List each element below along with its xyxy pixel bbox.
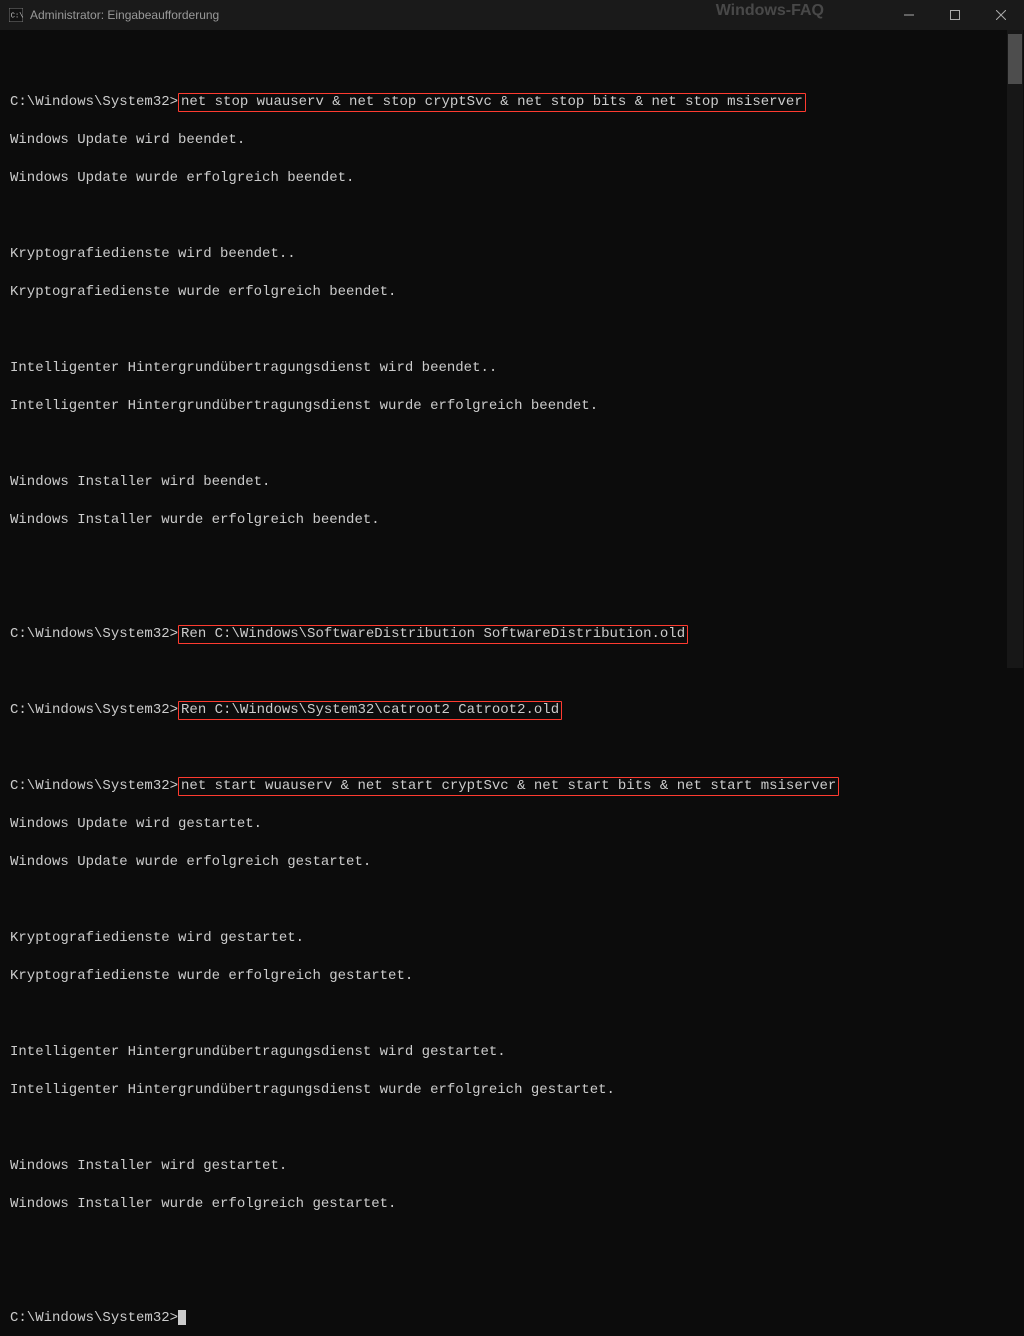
minimize-button[interactable] bbox=[886, 0, 932, 30]
output-line: Kryptografiedienste wird gestartet. bbox=[10, 929, 1024, 948]
output-line bbox=[10, 1233, 1024, 1252]
prompt-line: C:\Windows\System32> bbox=[10, 1309, 1024, 1328]
prompt: C:\Windows\System32> bbox=[10, 626, 178, 642]
window-title: Administrator: Eingabeaufforderung bbox=[30, 8, 219, 22]
output-line bbox=[10, 435, 1024, 454]
window-controls bbox=[886, 0, 1024, 30]
svg-text:C:\: C:\ bbox=[11, 13, 23, 21]
command-highlight: net start wuauserv & net start cryptSvc … bbox=[178, 777, 839, 796]
output-line bbox=[10, 587, 1024, 606]
output-line bbox=[10, 1119, 1024, 1138]
prompt-line: C:\Windows\System32>net start wuauserv &… bbox=[10, 777, 1024, 796]
output-line bbox=[10, 321, 1024, 340]
output-line: Windows Installer wird beendet. bbox=[10, 473, 1024, 492]
prompt: C:\Windows\System32> bbox=[10, 778, 178, 794]
command-highlight: net stop wuauserv & net stop cryptSvc & … bbox=[178, 93, 806, 112]
output-line: Windows Installer wird gestartet. bbox=[10, 1157, 1024, 1176]
prompt-line: C:\Windows\System32>Ren C:\Windows\Syste… bbox=[10, 701, 1024, 720]
cmd-icon: C:\ bbox=[8, 7, 24, 23]
prompt-line: C:\Windows\System32>net stop wuauserv & … bbox=[10, 93, 1024, 112]
output-line: Windows Installer wurde erfolgreich gest… bbox=[10, 1195, 1024, 1214]
output-line: Windows Update wird gestartet. bbox=[10, 815, 1024, 834]
output-line: Windows Update wurde erfolgreich beendet… bbox=[10, 169, 1024, 188]
output-line bbox=[10, 207, 1024, 226]
prompt: C:\Windows\System32> bbox=[10, 702, 178, 718]
output-line: Kryptografiedienste wird beendet.. bbox=[10, 245, 1024, 264]
output-line bbox=[10, 55, 1024, 74]
output-line bbox=[10, 1271, 1024, 1290]
maximize-button[interactable] bbox=[932, 0, 978, 30]
output-line: Intelligenter Hintergrundübertragungsdie… bbox=[10, 1081, 1024, 1100]
output-line: Kryptografiedienste wurde erfolgreich ge… bbox=[10, 967, 1024, 986]
output-line: Windows Update wurde erfolgreich gestart… bbox=[10, 853, 1024, 872]
titlebar[interactable]: C:\ Administrator: Eingabeaufforderung bbox=[0, 0, 1024, 30]
prompt: C:\Windows\System32> bbox=[10, 1310, 178, 1326]
prompt: C:\Windows\System32> bbox=[10, 94, 178, 110]
output-line bbox=[10, 739, 1024, 758]
output-line: Intelligenter Hintergrundübertragungsdie… bbox=[10, 359, 1024, 378]
output-line bbox=[10, 1005, 1024, 1024]
output-line: Intelligenter Hintergrundübertragungsdie… bbox=[10, 397, 1024, 416]
command-highlight: Ren C:\Windows\SoftwareDistribution Soft… bbox=[178, 625, 688, 644]
cursor bbox=[178, 1310, 186, 1325]
output-line bbox=[10, 663, 1024, 682]
terminal-body[interactable]: C:\Windows\System32>net stop wuauserv & … bbox=[0, 30, 1024, 668]
prompt-line: C:\Windows\System32>Ren C:\Windows\Softw… bbox=[10, 625, 1024, 644]
output-line: Intelligenter Hintergrundübertragungsdie… bbox=[10, 1043, 1024, 1062]
output-line: Kryptografiedienste wurde erfolgreich be… bbox=[10, 283, 1024, 302]
output-line bbox=[10, 549, 1024, 568]
output-line: Windows Installer wurde erfolgreich been… bbox=[10, 511, 1024, 530]
output-line bbox=[10, 891, 1024, 910]
close-button[interactable] bbox=[978, 0, 1024, 30]
command-highlight: Ren C:\Windows\System32\catroot2 Catroot… bbox=[178, 701, 562, 720]
output-line: Windows Update wird beendet. bbox=[10, 131, 1024, 150]
